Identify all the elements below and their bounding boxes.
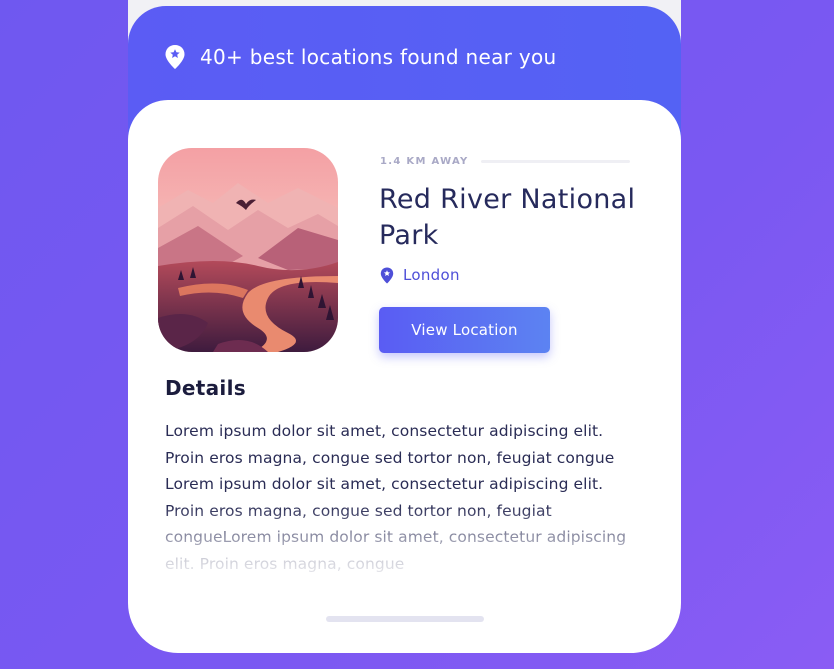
details-heading: Details — [165, 376, 246, 400]
location-pin-icon — [165, 45, 185, 69]
location-label[interactable]: London — [403, 266, 460, 284]
place-title: Red River National Park — [379, 184, 636, 251]
distance-row: 1.4 KM AWAY — [380, 156, 630, 167]
distance-label: 1.4 KM AWAY — [380, 156, 469, 167]
details-text: Lorem ipsum dolor sit amet, consectetur … — [165, 422, 627, 573]
location-row: London — [380, 266, 460, 284]
view-location-button[interactable]: View Location — [379, 307, 550, 353]
place-image[interactable] — [158, 148, 338, 352]
header-title: 40+ best locations found near you — [200, 45, 557, 69]
location-pin-icon — [380, 267, 394, 283]
home-indicator[interactable] — [326, 616, 484, 622]
location-card: 1.4 KM AWAY Red River National Park Lond… — [128, 100, 681, 653]
distance-divider — [480, 160, 630, 163]
header-row: 40+ best locations found near you — [164, 42, 556, 72]
